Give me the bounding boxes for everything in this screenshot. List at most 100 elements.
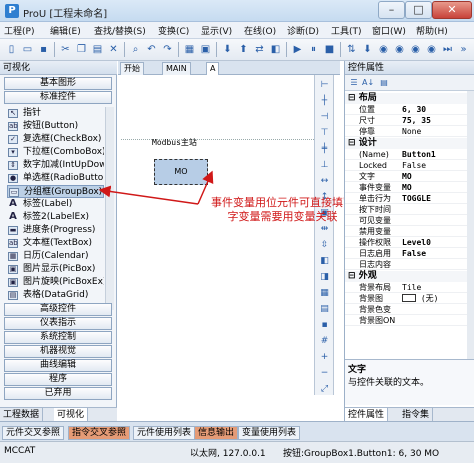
prop-row[interactable]: 按下时间 bbox=[345, 204, 469, 215]
section-appearance[interactable]: ⊟ 外观 bbox=[345, 271, 469, 282]
tool-item[interactable]: ab 按钮(Button) bbox=[7, 120, 104, 133]
prop-row[interactable]: 日志内容 bbox=[345, 259, 469, 270]
ungroup-icon[interactable]: ▤ bbox=[318, 303, 331, 316]
h-space-icon[interactable]: ⇹ bbox=[318, 223, 331, 236]
menu-edit[interactable]: 编辑(E) bbox=[50, 24, 81, 37]
tool-item-selected[interactable]: ▭ 分组框(GroupBox) bbox=[7, 185, 104, 198]
prop-row[interactable]: Locked False bbox=[345, 160, 469, 171]
toolbox-scrollbar[interactable] bbox=[105, 107, 114, 310]
tab-main[interactable]: MAIN bbox=[162, 62, 191, 75]
tool-item[interactable]: ab 文本框(TextBox) bbox=[7, 237, 104, 250]
close-button[interactable]: ✕ bbox=[432, 1, 472, 19]
tab-project-data[interactable]: 工程数据 bbox=[0, 408, 44, 422]
menu-tools[interactable]: 工具(T) bbox=[331, 24, 362, 37]
compile-icon[interactable]: ▦ bbox=[182, 42, 197, 57]
write-icon[interactable]: ⬇ bbox=[360, 42, 375, 57]
tab-element-xref[interactable]: 元件交叉参照 bbox=[2, 426, 65, 440]
prop-row[interactable]: (Name) Button1 bbox=[345, 149, 469, 160]
category-advanced[interactable]: 高级控件 bbox=[4, 303, 112, 316]
tool-item[interactable]: ✓ 复选框(CheckBox) bbox=[7, 133, 104, 146]
prop-row[interactable]: 背景图 (无) bbox=[345, 293, 469, 304]
tab-instruction-set[interactable]: 指令集 bbox=[399, 408, 434, 422]
section-design[interactable]: ⊟ 设计 bbox=[345, 138, 469, 149]
menu-project[interactable]: 工程(P) bbox=[4, 24, 34, 37]
prop-row[interactable]: 背景色变 bbox=[345, 304, 469, 315]
pause-icon[interactable]: ⏸ bbox=[306, 42, 321, 57]
menu-online[interactable]: 在线(O) bbox=[244, 24, 276, 37]
stop-circle-icon[interactable]: ◉ bbox=[392, 42, 407, 57]
send-back-icon[interactable]: ◨ bbox=[318, 271, 331, 284]
group-icon[interactable]: ▦ bbox=[318, 287, 331, 300]
section-layout[interactable]: ⊟ 布局 bbox=[345, 93, 469, 104]
tool-item[interactable]: ● 单选框(RadioButton) bbox=[7, 172, 104, 185]
run-icon[interactable]: ▶ bbox=[290, 42, 305, 57]
align-top-icon[interactable]: ⊤ bbox=[318, 127, 331, 140]
prop-row[interactable]: 操作权限 Level0 bbox=[345, 237, 469, 248]
undo-icon[interactable]: ↶ bbox=[144, 42, 159, 57]
tool-item[interactable]: A 标签2(LabelEx) bbox=[7, 211, 104, 224]
prop-row[interactable]: 禁用变量 bbox=[345, 226, 469, 237]
category-curve[interactable]: 曲线编辑 bbox=[4, 359, 112, 372]
tab-instruction-xref[interactable]: 指令交叉参照 bbox=[68, 426, 131, 440]
tab-control-properties[interactable]: 控件属性 bbox=[345, 408, 389, 422]
tool-item[interactable]: ▬ 进度条(Progress) bbox=[7, 224, 104, 237]
download-icon[interactable]: ⬇ bbox=[220, 42, 235, 57]
category-system[interactable]: 系统控制 bbox=[4, 331, 112, 344]
tab-visual[interactable]: 可视化 bbox=[54, 408, 89, 422]
zoom-out-icon[interactable]: − bbox=[318, 367, 331, 380]
menu-transform[interactable]: 变换(C) bbox=[158, 24, 189, 37]
menu-find-replace[interactable]: 查找/替换(S) bbox=[94, 24, 146, 37]
settings-circle-icon[interactable]: ◉ bbox=[424, 42, 439, 57]
tab-output[interactable]: 信息输出 bbox=[194, 426, 239, 440]
tab-start[interactable]: 开始 bbox=[120, 62, 144, 75]
align-left-icon[interactable]: ⊢ bbox=[318, 79, 331, 92]
find-icon[interactable]: ⌕ bbox=[128, 42, 143, 57]
category-basic-shapes[interactable]: 基本图形 bbox=[4, 77, 112, 90]
tool-item[interactable]: ▦ 日历(Calendar) bbox=[7, 250, 104, 263]
stop-icon[interactable]: ■ bbox=[322, 42, 337, 57]
maximize-button[interactable]: □ bbox=[405, 1, 432, 19]
category-vision[interactable]: 机器视觉 bbox=[4, 345, 112, 358]
prop-row[interactable]: 单击行为 TOGGLE bbox=[345, 193, 469, 204]
play-circle-icon[interactable]: ◉ bbox=[376, 42, 391, 57]
group-box-label[interactable]: Modbus主站 bbox=[152, 137, 197, 148]
tool-item[interactable]: A 标签(Label) bbox=[7, 198, 104, 211]
delete-icon[interactable]: ✕ bbox=[106, 42, 121, 57]
prop-row[interactable]: 文字 MO bbox=[345, 171, 469, 182]
alphabetical-icon[interactable]: A↓ bbox=[362, 77, 374, 89]
properties-icon[interactable]: ▤ bbox=[378, 77, 390, 89]
redo-icon[interactable]: ↷ bbox=[160, 42, 175, 57]
tool-item[interactable]: ⇕数字加减(IntUpDown) bbox=[7, 159, 104, 172]
menu-help[interactable]: 帮助(H) bbox=[416, 24, 448, 37]
tool-item[interactable]: ▾ 下拉框(ComboBox) bbox=[7, 146, 104, 159]
image-icon[interactable]: ▣ bbox=[198, 42, 213, 57]
tool-item[interactable]: ▤ 表格(DataGrid) bbox=[7, 289, 104, 302]
prop-row[interactable]: 停靠 None bbox=[345, 126, 469, 137]
prop-row[interactable]: 背景图ON bbox=[345, 315, 469, 326]
same-width-icon[interactable]: ↔ bbox=[318, 175, 331, 188]
menu-diagnose[interactable]: 诊断(D) bbox=[287, 24, 319, 37]
v-space-icon[interactable]: ⇳ bbox=[318, 239, 331, 252]
prop-row[interactable]: 尺寸 75, 35 bbox=[345, 115, 469, 126]
tab-element-usage[interactable]: 元件使用列表 bbox=[133, 426, 196, 440]
properties-scrollbar[interactable] bbox=[467, 91, 474, 371]
align-middle-icon[interactable]: ╪ bbox=[318, 143, 331, 156]
zoom-in-icon[interactable]: + bbox=[318, 351, 331, 364]
save-icon[interactable]: ▪ bbox=[36, 42, 51, 57]
fit-icon[interactable]: ⤢ bbox=[318, 383, 331, 396]
lock-icon[interactable]: ▪ bbox=[318, 319, 331, 332]
tab-a[interactable]: A bbox=[206, 62, 220, 75]
category-program[interactable]: 程序 bbox=[4, 373, 112, 386]
tool-item[interactable]: ▣ 图片显示(PicBox) bbox=[7, 263, 104, 276]
tool-item[interactable]: ↖ 指针 bbox=[7, 107, 104, 120]
tool-item[interactable]: ▣ 图片旋映(PicBoxEx) bbox=[7, 276, 104, 289]
online-icon[interactable]: ⇅ bbox=[344, 42, 359, 57]
category-gauges[interactable]: 仪表指示 bbox=[4, 317, 112, 330]
prop-row[interactable]: 事件变量 MO bbox=[345, 182, 469, 193]
open-folder-icon[interactable]: ▭ bbox=[20, 42, 35, 57]
category-standard-controls[interactable]: 标准控件 bbox=[4, 91, 112, 104]
grid-toggle-icon[interactable]: # bbox=[318, 335, 331, 348]
align-right-icon[interactable]: ⊣ bbox=[318, 111, 331, 124]
design-canvas[interactable]: Modbus主站 MO bbox=[118, 75, 340, 421]
menu-window[interactable]: 窗口(W) bbox=[372, 24, 406, 37]
